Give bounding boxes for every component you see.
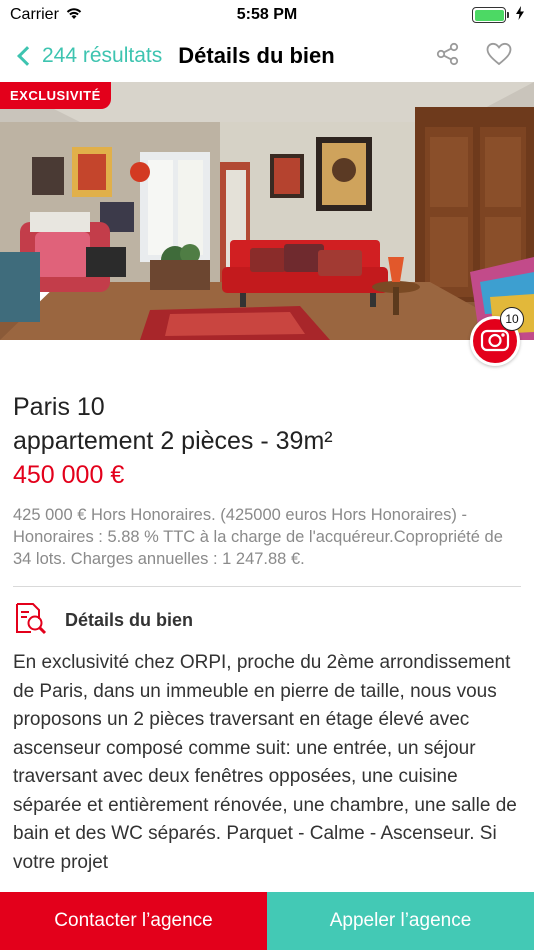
charging-bolt-icon bbox=[516, 5, 524, 25]
back-button[interactable]: 244 résultats bbox=[0, 44, 162, 68]
nav-bar: 244 résultats Détails du bien bbox=[0, 30, 534, 82]
photo-count-badge: 10 bbox=[500, 307, 524, 331]
bottom-action-bar: Contacter l’agence Appeler l’agence bbox=[0, 892, 534, 950]
listing-price: 450 000 € bbox=[13, 461, 125, 489]
divider bbox=[13, 586, 521, 587]
battery-icon bbox=[472, 7, 509, 23]
details-section-title: Détails du bien bbox=[65, 609, 194, 630]
listing-property-type: appartement 2 pièces - 39m² bbox=[13, 427, 333, 455]
carrier-label: Carrier bbox=[10, 6, 59, 23]
exclusivity-badge: EXCLUSIVITÉ bbox=[0, 82, 111, 109]
contact-agency-button[interactable]: Contacter l’agence bbox=[0, 892, 267, 950]
status-bar: Carrier 5:58 PM bbox=[0, 0, 534, 30]
listing-content: Paris 10 appartement 2 pièces - 39m² 450… bbox=[13, 390, 521, 877]
details-section-header: Détails du bien bbox=[13, 601, 521, 640]
status-left: Carrier bbox=[10, 6, 190, 25]
nav-actions bbox=[436, 42, 512, 71]
listing-city: Paris 10 bbox=[13, 393, 105, 421]
share-icon[interactable] bbox=[436, 42, 460, 71]
living-room-photo bbox=[0, 82, 534, 340]
status-right bbox=[344, 5, 524, 25]
listing-description: En exclusivité chez ORPI, proche du 2ème… bbox=[13, 652, 517, 873]
document-search-icon bbox=[13, 601, 47, 640]
back-label: 244 résultats bbox=[42, 44, 163, 67]
wifi-icon bbox=[65, 6, 83, 25]
camera-icon bbox=[480, 326, 510, 357]
call-agency-button[interactable]: Appeler l’agence bbox=[267, 892, 534, 950]
listing-fees: 425 000 € Hors Honoraires. (425000 euros… bbox=[13, 506, 503, 568]
status-time: 5:58 PM bbox=[236, 6, 298, 23]
page-title: Détails du bien bbox=[178, 43, 335, 68]
chevron-left-icon bbox=[17, 46, 37, 66]
property-photo[interactable]: EXCLUSIVITÉ bbox=[0, 82, 534, 340]
favorite-heart-icon[interactable] bbox=[486, 42, 512, 71]
